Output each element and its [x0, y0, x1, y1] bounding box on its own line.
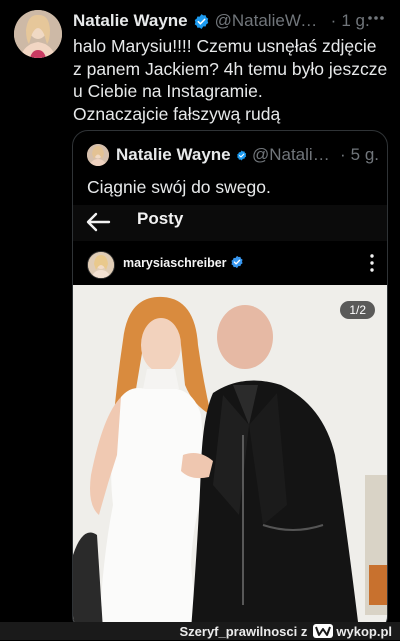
vertical-dots-icon — [370, 254, 374, 272]
more-icon[interactable] — [366, 8, 386, 28]
quoted-header: Natalie Wayne @NatalieWayne · 5 g. — [116, 144, 379, 166]
instagram-username: marysiaschreiber — [123, 256, 227, 270]
verified-badge-icon — [236, 150, 246, 160]
tweet-line: z panem Jackiem? 4h temu było jeszcze — [73, 58, 388, 79]
instagram-screenshot[interactable]: Posty marysiaschreiber 1/2 — [73, 205, 387, 631]
author-name[interactable]: Natalie Wayne — [73, 11, 188, 31]
instagram-avatar — [87, 251, 115, 279]
quoted-text: Ciągnie swój do swego. — [87, 177, 271, 197]
photo-illustration — [73, 285, 387, 630]
watermark-user: Szeryf_prawilnosci z — [179, 623, 308, 639]
watermark-bar: Szeryf_prawilnosci z wykop.pl — [0, 622, 400, 640]
quoted-tweet[interactable]: Natalie Wayne @NatalieWayne · 5 g. Ciągn… — [72, 130, 388, 632]
carousel-pager: 1/2 — [340, 301, 375, 319]
author-avatar[interactable] — [14, 10, 62, 58]
tweet-header: Natalie Wayne @NatalieWayne · 1 g. — [73, 10, 390, 32]
instagram-topbar: Posty — [73, 205, 387, 241]
tweet-line: u Ciebie na Instagramie. — [73, 81, 263, 101]
quoted-author-handle: @NatalieWayne — [251, 145, 332, 164]
tweet: Natalie Wayne @NatalieWayne · 1 g. halo … — [0, 0, 400, 632]
post-photo: 1/2 — [73, 285, 387, 630]
tweet-line: halo Marysiu!!!! Czemu usnęłaś zdjęcie — [73, 36, 377, 56]
quoted-time: 5 g. — [350, 145, 379, 164]
author-handle[interactable]: @NatalieWayne — [215, 11, 323, 31]
verified-badge-icon — [231, 255, 243, 269]
wykop-logo-icon — [313, 624, 334, 638]
quoted-author-avatar — [87, 144, 109, 166]
tweet-text: halo Marysiu!!!! Czemu usnęłaś zdjęcie z… — [73, 35, 391, 125]
separator-dot: · — [339, 145, 346, 164]
quoted-author-name: Natalie Wayne — [116, 145, 231, 164]
watermark-site: wykop.pl — [336, 623, 392, 639]
back-arrow-icon — [86, 212, 111, 232]
verified-badge-icon — [194, 13, 208, 29]
tweet-line: Oznaczajcie fałszywą rudą — [73, 103, 281, 124]
separator-dot: · — [330, 11, 337, 30]
instagram-title: Posty — [137, 209, 184, 228]
instagram-user-row: marysiaschreiber — [73, 241, 387, 285]
